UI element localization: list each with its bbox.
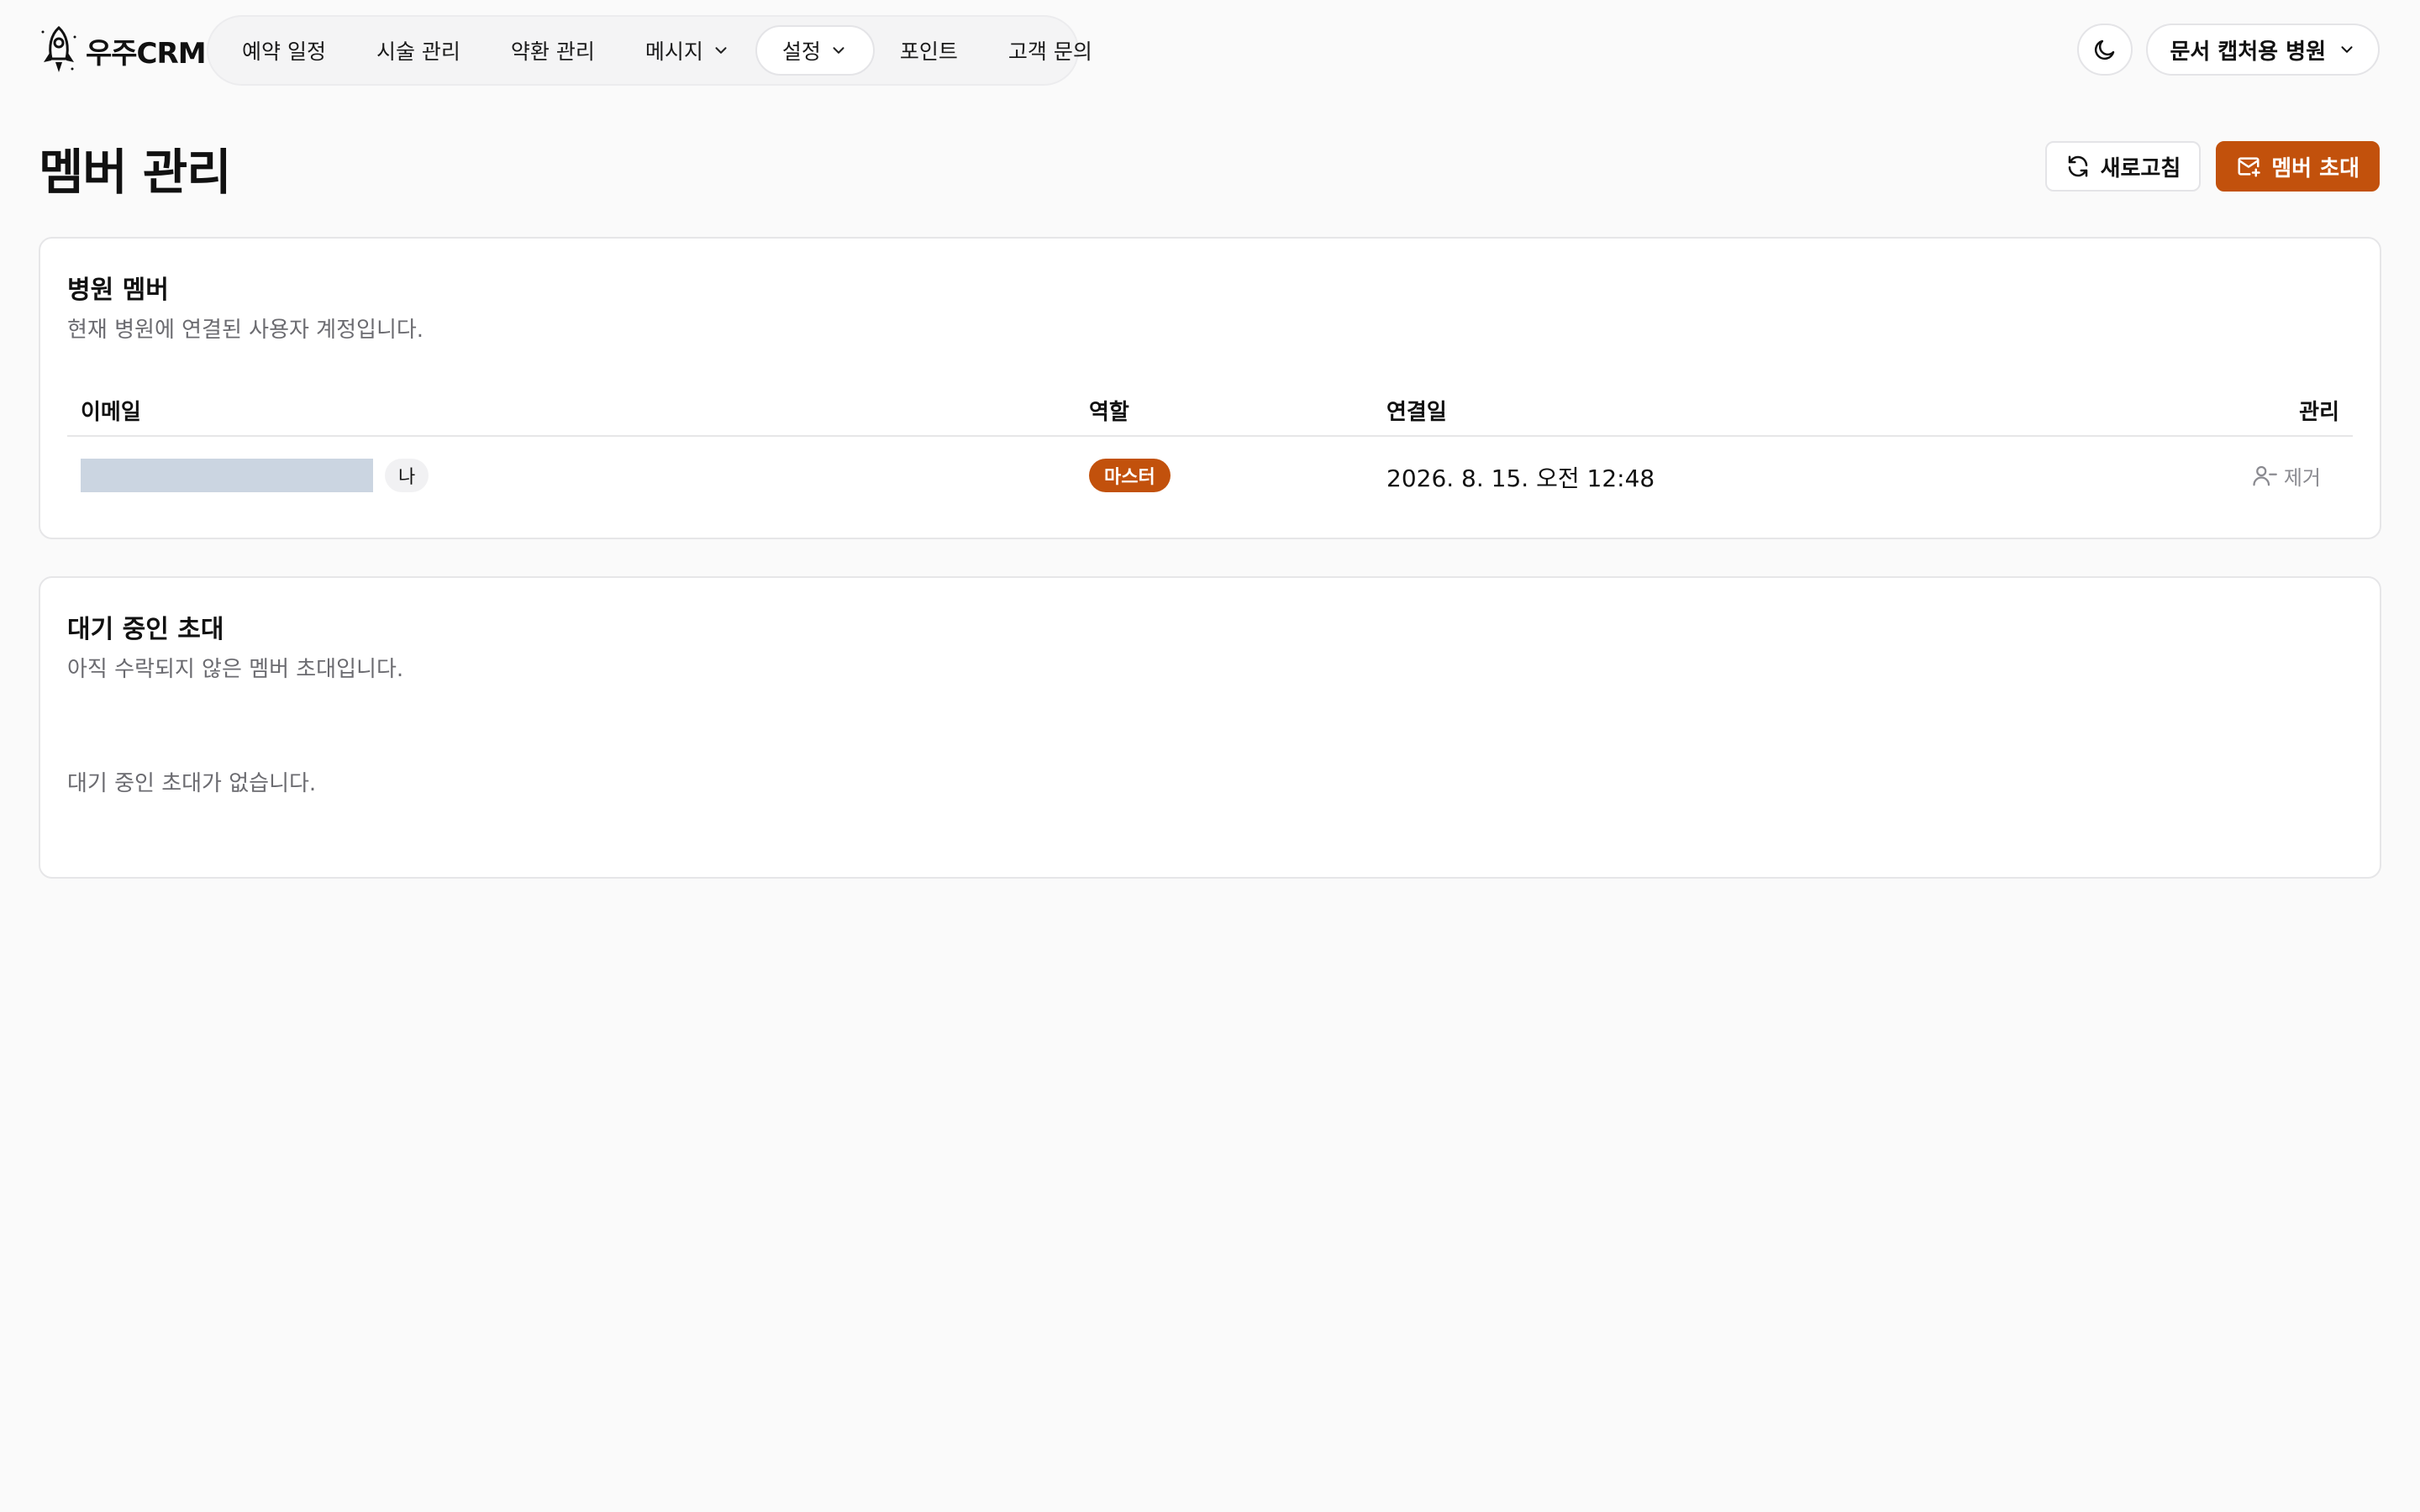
nav-item-label: 약환 관리 — [510, 39, 595, 64]
nav-item-exchange[interactable]: 약환 관리 — [486, 25, 620, 76]
invite-member-label: 멤버 초대 — [2271, 155, 2360, 181]
nav-item-label: 시술 관리 — [376, 39, 460, 64]
chevron-down-icon — [715, 47, 727, 54]
app-logo[interactable]: 우주CRM — [39, 25, 207, 76]
members-card: 병원 멤버 현재 병원에 연결된 사용자 계정입니다. 이메일 역할 연결일 관… — [39, 237, 2381, 539]
members-card-description: 현재 병원에 연결된 사용자 계정입니다. — [67, 318, 424, 343]
header-controls: 문서 캡처용 병원 — [2077, 24, 2380, 76]
nav-item-treatments[interactable]: 시술 관리 — [351, 25, 486, 76]
members-table-header: 이메일 역할 연결일 관리 — [67, 383, 2353, 437]
main-nav: 예약 일정 시술 관리 약환 관리 메시지 설정 포인트 고객 문의 — [207, 15, 1092, 86]
column-header-manage: 관리 — [2299, 400, 2339, 425]
user-minus-icon — [2253, 465, 2277, 486]
empty-state-text: 대기 중인 초대가 없습니다. — [67, 771, 317, 796]
rocket-icon — [41, 25, 76, 72]
nav-item-reservations[interactable]: 예약 일정 — [217, 25, 351, 76]
hospital-selector-label: 문서 캡처용 병원 — [2170, 39, 2326, 65]
remove-member-label: 제거 — [2283, 465, 2321, 490]
invites-card-description: 아직 수락되지 않은 멤버 초대입니다. — [67, 657, 404, 682]
refresh-icon — [2068, 155, 2087, 177]
column-header-joined: 연결일 — [1386, 400, 1447, 425]
members-card-title: 병원 멤버 — [67, 276, 169, 305]
theme-toggle-button[interactable] — [2077, 24, 2133, 76]
masked-email — [81, 459, 373, 492]
mail-plus-icon — [2238, 157, 2261, 177]
page-actions: 새로고침 멤버 초대 — [2044, 141, 2380, 192]
role-badge: 마스터 — [1089, 459, 1171, 492]
refresh-label: 새로고침 — [2100, 155, 2181, 181]
hospital-selector[interactable]: 문서 캡처용 병원 — [2146, 24, 2380, 76]
nav-item-label: 설정 — [781, 39, 821, 64]
nav-item-points[interactable]: 포인트 — [875, 25, 983, 76]
chevron-down-icon — [2341, 46, 2353, 53]
refresh-button[interactable]: 새로고침 — [2044, 141, 2202, 192]
column-header-email: 이메일 — [81, 400, 141, 425]
column-header-role: 역할 — [1089, 400, 1129, 425]
nav-item-label: 고객 문의 — [1007, 39, 1092, 64]
table-row: 나 마스터 2026. 8. 15. 오전 12:48 제거 — [67, 438, 2353, 511]
joined-date: 2026. 8. 15. 오전 12:48 — [1386, 465, 1655, 492]
chevron-down-icon — [833, 47, 844, 54]
pending-invites-card: 대기 중인 초대 아직 수락되지 않은 멤버 초대입니다. 대기 중인 초대가 … — [39, 576, 2381, 879]
invite-member-button[interactable]: 멤버 초대 — [2216, 141, 2380, 192]
nav-item-label: 메시지 — [644, 39, 703, 64]
top-bar: 우주CRM 예약 일정 시술 관리 약환 관리 메시지 설정 포인트 고객 문의 — [0, 0, 2420, 99]
page-title: 멤버 관리 — [39, 144, 232, 201]
remove-member-button[interactable]: 제거 — [2252, 459, 2321, 492]
nav-item-label: 예약 일정 — [242, 39, 326, 64]
logo-text: 우주CRM — [86, 36, 207, 71]
nav-item-settings[interactable]: 설정 — [755, 25, 875, 76]
nav-item-inquiries[interactable]: 고객 문의 — [983, 25, 1118, 76]
me-badge: 나 — [385, 459, 429, 492]
nav-item-messages[interactable]: 메시지 — [620, 25, 755, 76]
nav-item-label: 포인트 — [899, 39, 958, 64]
invites-card-title: 대기 중인 초대 — [67, 615, 224, 644]
moon-icon — [2095, 39, 2115, 60]
